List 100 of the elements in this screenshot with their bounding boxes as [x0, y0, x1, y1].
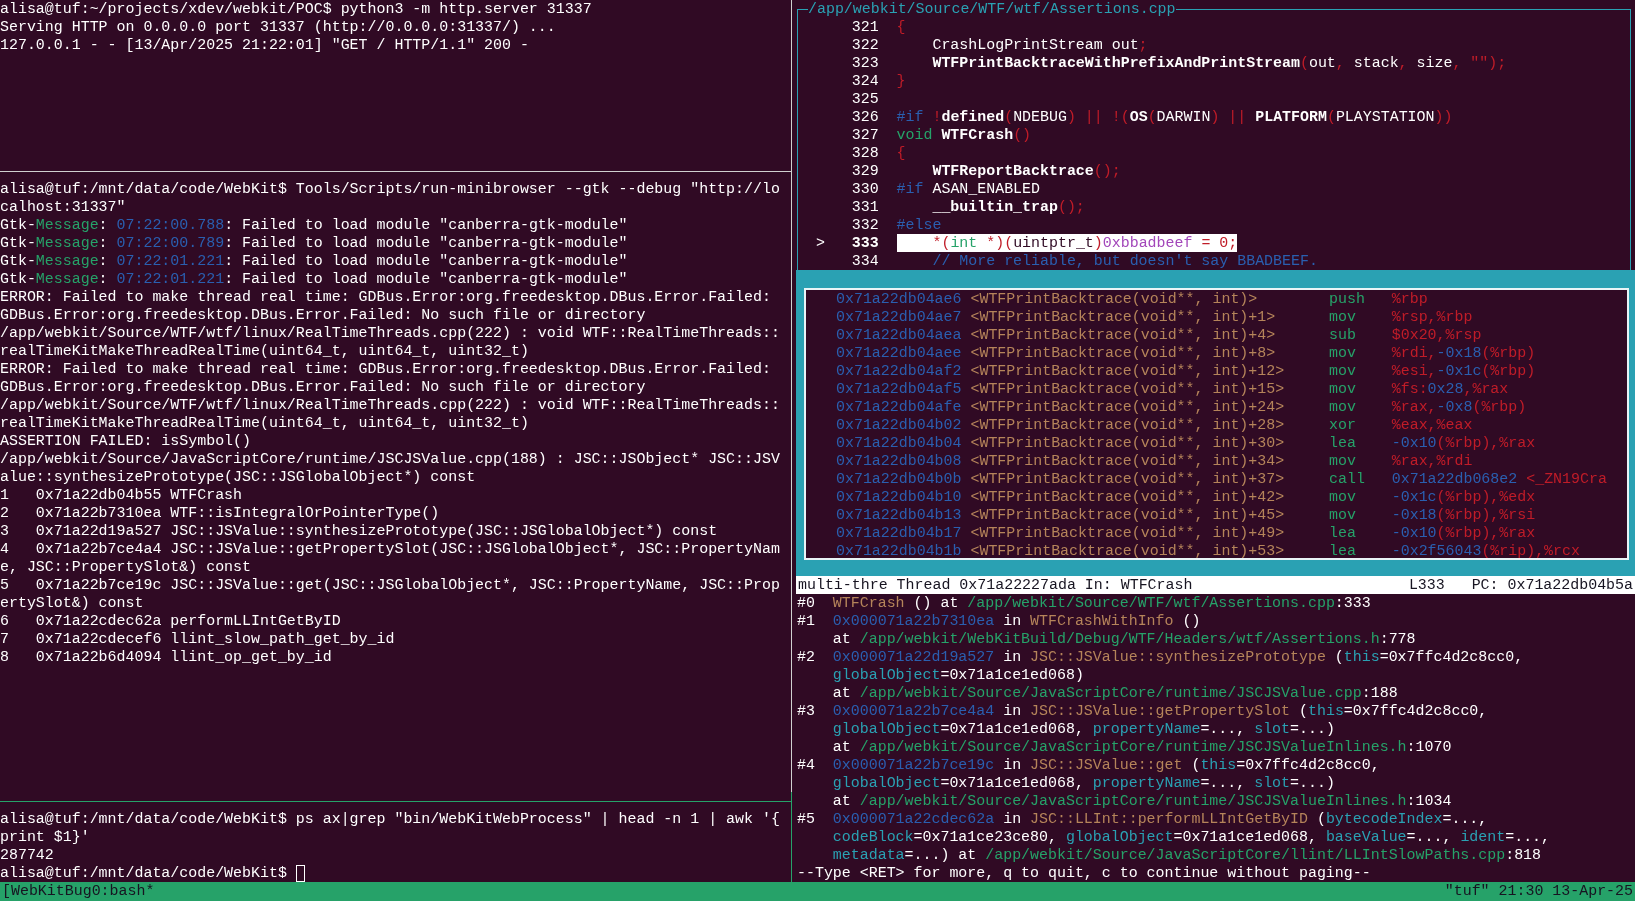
- terminal-line: alisa@tuf:~/projects/xdev/webkit/POC$ python3 -m http.server 31337: [0, 1, 592, 17]
- instruction-address: 0x71a22db04ae7: [836, 308, 963, 326]
- terminal-line: Serving HTTP on 0.0.0.0 port 31337 (http://0.0.0.0:31337/) ...: [0, 19, 556, 35]
- line-number: 321: [851, 18, 879, 36]
- instruction-operands: %rdi,-0x18(%rbp): [1391, 344, 1536, 362]
- instruction-address: 0x71a22db04af2: [836, 362, 963, 380]
- session-window-tab[interactable]: [WebKitBug0:bash*: [2, 882, 155, 901]
- thread-info: multi-thre Thread 0x71a22227ada In: WTFCrash: [798, 576, 1193, 594]
- current-line-marker: >: [815, 235, 825, 251]
- terminal-line: alisa@tuf:/mnt/data/code/WebKit$: [0, 864, 287, 882]
- instruction-address: 0x71a22db04aee: [836, 344, 963, 362]
- line-indicator: L333: [1408, 576, 1445, 594]
- code-line: WTFReportBacktrace();: [931, 162, 1121, 180]
- line-number: 331: [851, 198, 879, 216]
- instruction-address: 0x71a22db04b04: [836, 434, 963, 452]
- code-line: {: [896, 18, 906, 36]
- code-line: __builtin_trap();: [931, 198, 1085, 216]
- terminal-line: ASSERTION FAILED: isSymbol(): [0, 433, 251, 449]
- instruction-symbol: <WTFPrintBacktrace(void**, int)>: [970, 291, 1258, 307]
- code-line: CrashLogPrintStream out;: [931, 36, 1148, 54]
- terminal-line: ERROR: Failed to make thread real time: GDBus.Error:org.freedesktop.DBus.Error.Failed:: [0, 289, 771, 305]
- instruction-operands: -0x18(%rbp),%rsi: [1391, 506, 1536, 524]
- instruction-symbol: <WTFPrintBacktrace(void**, int)+42>: [970, 489, 1285, 505]
- host-clock: "tuf" 21:30 13-Apr-25: [1444, 882, 1633, 901]
- code-line: {: [896, 144, 906, 162]
- instruction-symbol: <WTFPrintBacktrace(void**, int)+1>: [970, 309, 1276, 325]
- instruction-operands: %rax,%rdi: [1391, 452, 1473, 470]
- instruction-address: 0x71a22db04b0b: [836, 470, 963, 488]
- terminal-line: alue::synthesizePrototype(JSC::JSGlobalObject*) const: [0, 469, 476, 485]
- instruction-mnemonic: mov: [1329, 399, 1356, 415]
- instruction-address: 0x71a22db04ae6: [836, 290, 963, 308]
- terminal-line: 5 0x71a22b7ce19c JSC::JSValue::get(JSC::JSGlobalObject*, JSC::PropertyName, JSC::Prop: [0, 577, 780, 593]
- instruction-address: 0x71a22db04b17: [836, 524, 963, 542]
- terminal-line: GDBus.Error:org.freedesktop.DBus.Error.Failed: No such file or directory: [0, 307, 646, 323]
- backtrace-line: #3 0x000071a22b7ce4a4 in JSC::JSValue::getPropertySlot (this=0x7ffc4d2c8cc0,: [797, 703, 1488, 719]
- instruction-operands: $0x20,%rsp: [1391, 326, 1482, 344]
- instruction-address: 0x71a22db04b1b: [836, 542, 963, 558]
- instruction-operands: %eax,%eax: [1391, 416, 1473, 434]
- backtrace-line: at /app/webkit/Source/JavaScriptCore/runtime/JSCJSValueInlines.h:1070: [832, 739, 1452, 755]
- instruction-operands: %rbp: [1391, 290, 1428, 308]
- instruction-operands: -0x1c(%rbp),%edx: [1391, 488, 1536, 506]
- backtrace-line: globalObject=0x71a1ce1ed068): [832, 667, 1084, 683]
- cursor: [295, 864, 305, 882]
- terminal-line: Gtk-Message: 07:22:01.221: Failed to load module "canberra-gtk-module": [0, 253, 628, 269]
- terminal-line: Gtk-Message: 07:22:00.788: Failed to load module "canberra-gtk-module": [0, 217, 628, 233]
- code-line: // More reliable, but doesn't say BBADBEEF.: [931, 252, 1318, 270]
- line-number: 324: [851, 72, 879, 90]
- instruction-symbol: <WTFPrintBacktrace(void**, int)+24>: [970, 399, 1285, 415]
- terminal-line: 127.0.0.1 - - [13/Apr/2025 21:22:01] "GET / HTTP/1.1" 200 -: [0, 37, 529, 53]
- source-file-title: /app/webkit/Source/WTF/wtf/Assertions.cpp: [808, 0, 1176, 18]
- instruction-symbol: <WTFPrintBacktrace(void**, int)+30>: [970, 435, 1285, 451]
- line-number: 325: [851, 90, 879, 108]
- instruction-operands: %rax,-0x8(%rbp): [1391, 398, 1527, 416]
- line-number: 328: [851, 144, 879, 162]
- instruction-mnemonic: lea: [1329, 435, 1356, 451]
- terminal-line: GDBus.Error:org.freedesktop.DBus.Error.Failed: No such file or directory: [0, 379, 646, 395]
- instruction-address: 0x71a22db04b10: [836, 488, 963, 506]
- instruction-address: 0x71a22db04b02: [836, 416, 963, 434]
- instruction-mnemonic: sub: [1329, 327, 1356, 343]
- instruction-mnemonic: mov: [1329, 309, 1356, 325]
- program-counter: PC: 0x71a22db04b5a: [1471, 576, 1633, 594]
- instruction-address: 0x71a22db04afe: [836, 398, 963, 416]
- instruction-mnemonic: xor: [1329, 417, 1356, 433]
- backtrace-line: at /app/webkit/Source/JavaScriptCore/runtime/JSCJSValue.cpp:188: [832, 685, 1398, 701]
- line-number: 329: [851, 162, 879, 180]
- backtrace-line: at /app/webkit/WebKitBuild/Debug/WTF/Headers/wtf/Assertions.h:778: [832, 631, 1416, 647]
- backtrace-line: #2 0x000071a22d19a527 in JSC::JSValue::synthesizePrototype (this=0x7ffc4d2c8cc0,: [797, 649, 1524, 665]
- backtrace-line: at /app/webkit/Source/JavaScriptCore/runtime/JSCJSValueInlines.h:1034: [832, 793, 1452, 809]
- backtrace-line: #4 0x000071a22b7ce19c in JSC::JSValue::get (this=0x7ffc4d2c8cc0,: [797, 757, 1380, 773]
- terminal-line: /app/webkit/Source/WTF/wtf/linux/RealTimeThreads.cpp(222) : void WTF::RealTimeThreads::: [0, 397, 780, 413]
- terminal-line: e, JSC::PropertySlot&) const: [0, 559, 251, 575]
- instruction-operands: %fs:0x28,%rax: [1391, 380, 1509, 398]
- line-number: 333: [851, 234, 879, 252]
- instruction-mnemonic: push: [1329, 291, 1365, 307]
- instruction-address: 0x71a22db04b13: [836, 506, 963, 524]
- code-line: }: [896, 72, 906, 90]
- terminal-line: print $1}': [0, 829, 90, 845]
- line-number: 323: [851, 54, 879, 72]
- instruction-mnemonic: mov: [1329, 453, 1356, 469]
- backtrace-line: #5 0x000071a22cdec62a in JSC::LLInt::performLLIntGetByID (bytecodeIndex=...,: [797, 811, 1488, 827]
- instruction-operands: 0x71a22db068e2 <_ZN19Cra: [1391, 470, 1607, 488]
- instruction-address: 0x71a22db04af5: [836, 380, 963, 398]
- instruction-mnemonic: mov: [1329, 363, 1356, 379]
- terminal-line: 287742: [0, 847, 54, 863]
- backtrace-line: codeBlock=0x71a1ce23ce80, globalObject=0x71a1ce1ed068, baseValue=..., ident=...,: [832, 829, 1551, 845]
- instruction-mnemonic: mov: [1329, 489, 1356, 505]
- terminal-line: 1 0x71a22db04b55 WTFCrash: [0, 487, 243, 503]
- backtrace-line: #0 WTFCrash () at /app/webkit/Source/WTF/wtf/Assertions.cpp:333: [797, 595, 1371, 611]
- instruction-symbol: <WTFPrintBacktrace(void**, int)+37>: [970, 471, 1285, 487]
- instruction-symbol: <WTFPrintBacktrace(void**, int)+45>: [970, 507, 1285, 523]
- code-line: #if !defined(NDEBUG) || !(OS(DARWIN) || PLATFORM(PLAYSTATION)): [896, 108, 1453, 126]
- terminal-line: 2 0x71a22b7310ea WTF::isIntegralOrPointerType(): [0, 505, 440, 521]
- line-number: 326: [851, 108, 879, 126]
- backtrace-line: globalObject=0x71a1ce1ed068, propertyName=..., slot=...): [832, 721, 1335, 737]
- instruction-operands: %rsp,%rbp: [1391, 308, 1473, 326]
- terminal-line: 3 0x71a22d19a527 JSC::JSValue::synthesizePrototype(JSC::JSGlobalObject*) const: [0, 523, 718, 539]
- instruction-symbol: <WTFPrintBacktrace(void**, int)+49>: [970, 525, 1285, 541]
- instruction-symbol: <WTFPrintBacktrace(void**, int)+28>: [970, 417, 1285, 433]
- instruction-operands: -0x2f56043(%rip),%rcx: [1391, 542, 1580, 558]
- instruction-mnemonic: call: [1329, 471, 1365, 487]
